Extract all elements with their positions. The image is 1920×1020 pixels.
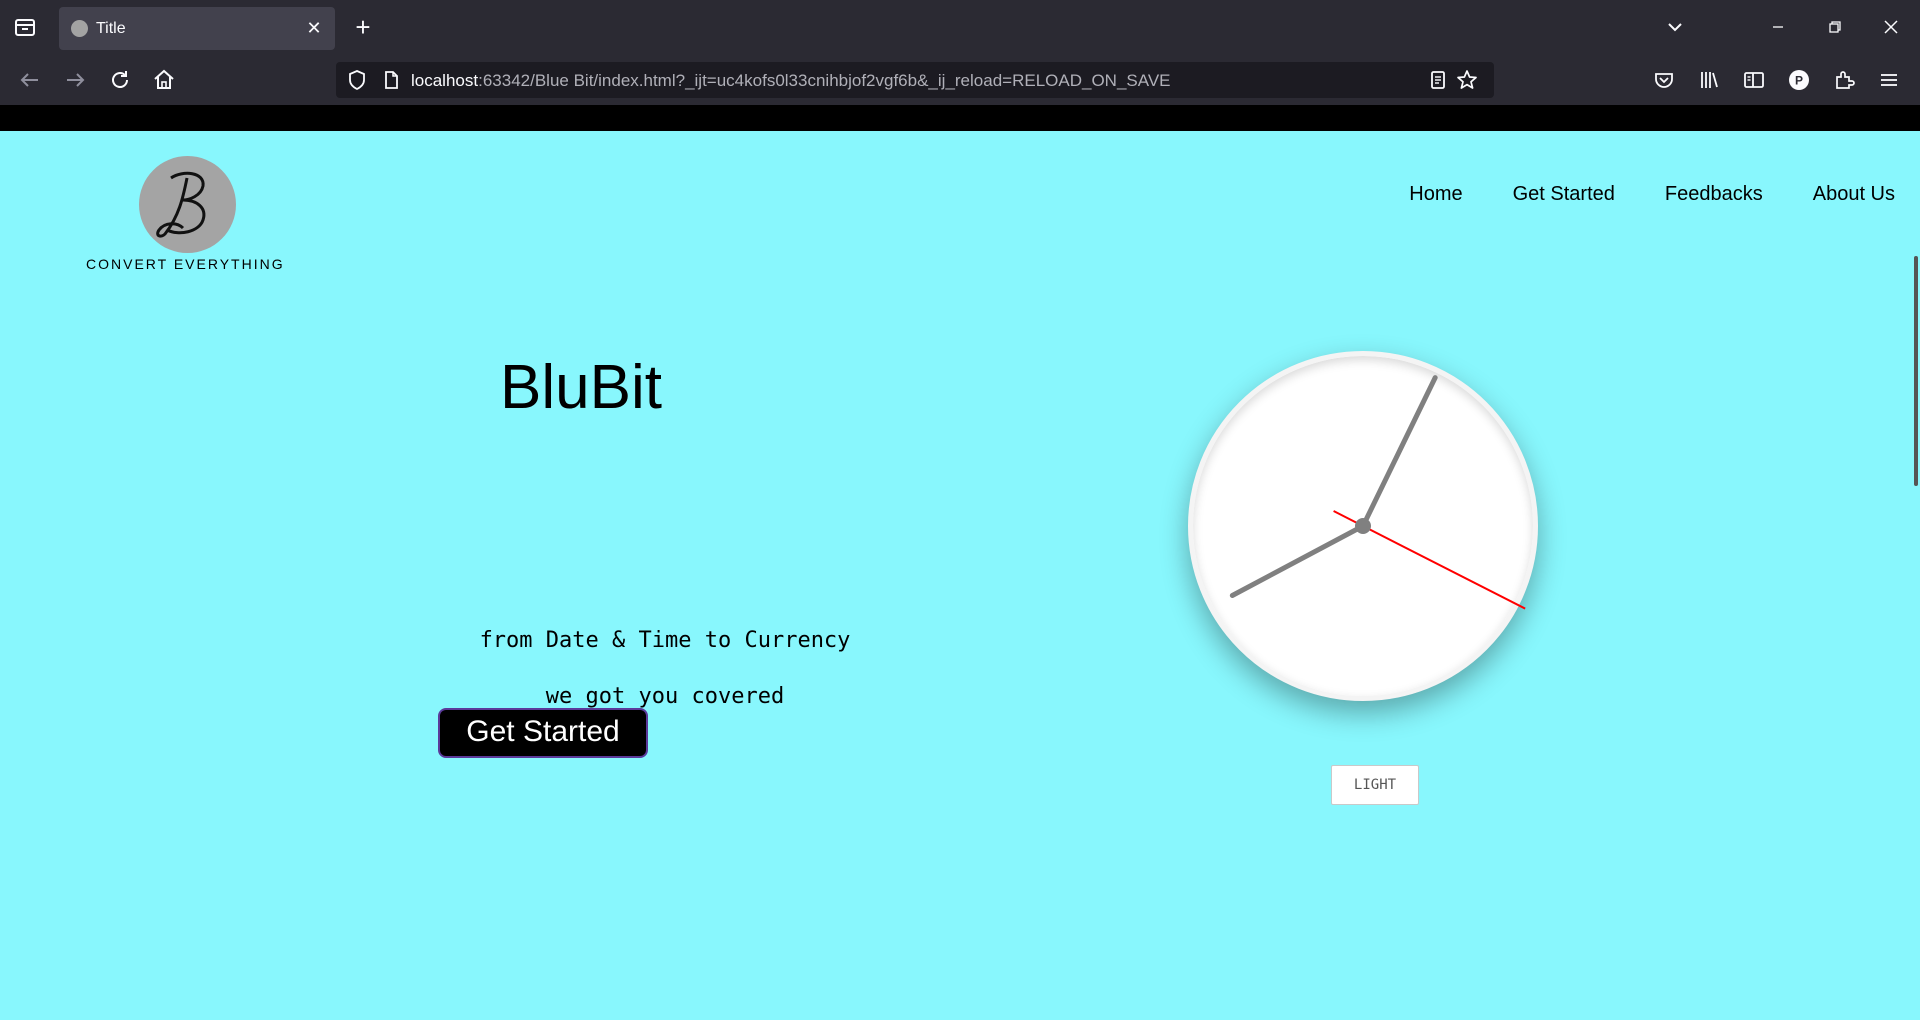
clock-hour-hand	[1229, 523, 1366, 598]
minimize-icon[interactable]	[1765, 14, 1791, 40]
clock-minute-hand	[1360, 375, 1438, 529]
library-icon[interactable]	[1696, 67, 1722, 93]
reload-icon[interactable]	[107, 67, 133, 93]
browser-tab[interactable]: Title ✕	[59, 7, 335, 50]
tab-title: Title	[96, 20, 126, 37]
url-bar[interactable]: localhost:63342/Blue Bit/index.html?_ijt…	[336, 62, 1494, 98]
site-nav: Home Get Started Feedbacks About Us	[1409, 183, 1895, 206]
logo-tagline: CONVERT EVERYTHING	[86, 256, 285, 272]
close-icon[interactable]: ✕	[303, 17, 325, 39]
hero-subtitle-line-2: we got you covered	[545, 684, 785, 709]
nav-get-started-link[interactable]: Get Started	[1513, 183, 1615, 206]
page-body: CONVERT EVERYTHING Home Get Started Feed…	[0, 131, 1920, 1020]
hero-title: BluBit	[500, 353, 662, 422]
window-close-icon[interactable]	[1878, 14, 1904, 40]
account-icon[interactable]: P	[1786, 67, 1812, 93]
back-icon[interactable]	[17, 67, 43, 93]
nav-home-link[interactable]: Home	[1409, 183, 1462, 206]
scrollbar-thumb[interactable]	[1914, 256, 1918, 486]
brand-monogram-icon	[156, 171, 206, 238]
favicon-icon	[71, 20, 88, 37]
home-icon[interactable]	[151, 67, 177, 93]
url-text[interactable]: localhost:63342/Blue Bit/index.html?_ijt…	[411, 71, 1171, 91]
extensions-icon[interactable]	[1831, 67, 1857, 93]
clock-hands	[1229, 375, 1526, 610]
reader-view-icon[interactable]	[1425, 67, 1451, 93]
browser-nav-bar: localhost:63342/Blue Bit/index.html?_ijt…	[0, 55, 1920, 105]
hero-subtitle-line-1: from Date & Time to Currency	[479, 628, 851, 653]
browser-tab-bar: Title ✕ +	[0, 0, 1920, 55]
forward-icon[interactable]	[62, 67, 88, 93]
get-started-button[interactable]: Get Started	[438, 708, 648, 758]
tab-overflow-chevron-icon[interactable]	[1662, 14, 1688, 40]
page-info-icon[interactable]	[378, 67, 404, 93]
shield-icon[interactable]	[344, 67, 370, 93]
brand-logo[interactable]	[139, 156, 236, 253]
new-tab-icon[interactable]: +	[350, 14, 376, 40]
top-strip	[0, 105, 1920, 131]
restore-icon[interactable]	[1822, 14, 1848, 40]
svg-text:P: P	[1795, 74, 1803, 88]
theme-toggle-button[interactable]: LIGHT	[1331, 765, 1419, 805]
clock-center-pin	[1355, 518, 1371, 534]
menu-icon[interactable]	[1876, 67, 1902, 93]
nav-about-us-link[interactable]: About Us	[1813, 183, 1895, 206]
sidebar-icon[interactable]	[1741, 67, 1767, 93]
nav-feedbacks-link[interactable]: Feedbacks	[1665, 183, 1763, 206]
bookmark-star-icon[interactable]	[1454, 67, 1480, 93]
pocket-icon[interactable]	[1651, 67, 1677, 93]
tab-list-icon[interactable]	[12, 15, 38, 39]
